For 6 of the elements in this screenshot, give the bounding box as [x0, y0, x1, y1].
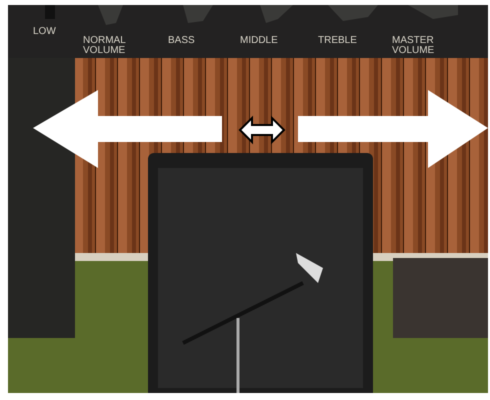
- knob-label: MASTER VOLUME: [392, 36, 434, 56]
- knob-label: BASS: [168, 36, 195, 46]
- knob-label: TREBLE: [318, 36, 357, 46]
- knob-label: MIDDLE: [240, 36, 278, 46]
- knob-label: NORMAL VOLUME: [83, 36, 126, 56]
- knob-label: LOW: [33, 27, 56, 37]
